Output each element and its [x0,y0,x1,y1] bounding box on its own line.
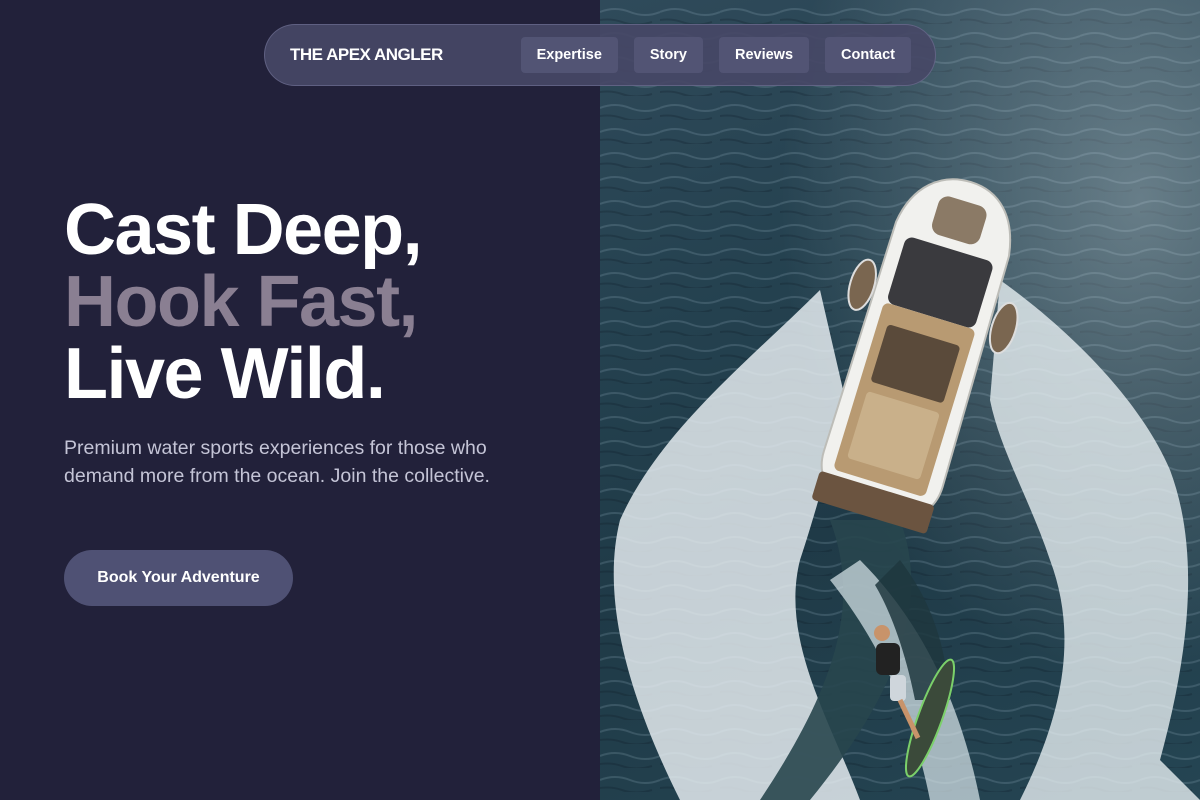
landing-page: THE APEX ANGLER Expertise Story Reviews … [0,0,1200,800]
boat-wakeboarder-photo [600,0,1200,800]
nav-link-reviews[interactable]: Reviews [718,37,810,73]
top-navbar: THE APEX ANGLER Expertise Story Reviews … [264,24,936,86]
hero-title-line-2: Hook Fast, [64,262,419,342]
hero-title-line-3: Live Wild. [64,334,386,414]
brand-logo[interactable]: THE APEX ANGLER [290,45,443,65]
hero-title: Cast Deep, Hook Fast, Live Wild. [64,194,564,410]
hero-section: Cast Deep, Hook Fast, Live Wild. Premium… [64,194,564,490]
hero-title-line-1: Cast Deep, [64,190,423,270]
nav-link-contact[interactable]: Contact [825,37,911,73]
nav-link-expertise[interactable]: Expertise [520,37,618,73]
book-adventure-button[interactable]: Book Your Adventure [64,550,293,606]
nav-links: Expertise Story Reviews Contact [520,37,911,73]
nav-link-story[interactable]: Story [633,37,703,73]
hero-subtitle: Premium water sports experiences for tho… [64,437,490,487]
